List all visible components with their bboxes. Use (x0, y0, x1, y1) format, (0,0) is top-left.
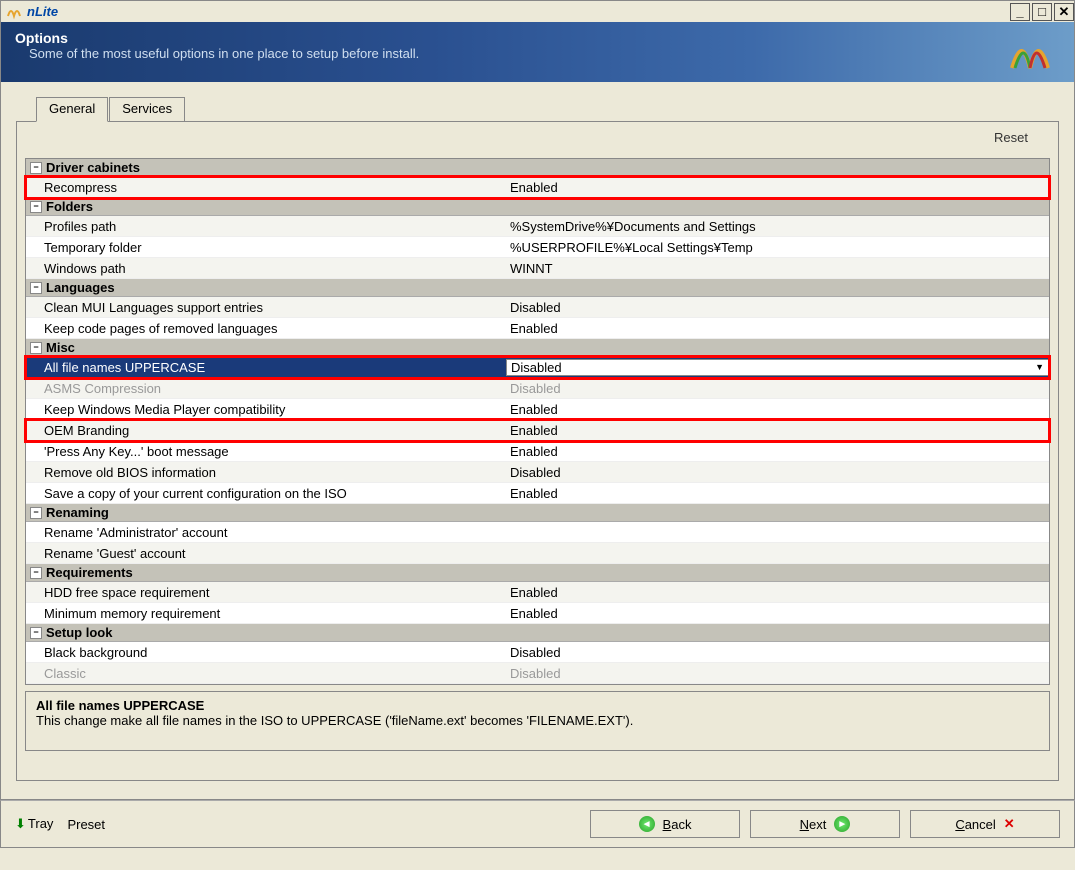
row-recompress[interactable]: Recompress Enabled (26, 177, 1049, 198)
row-rename-guest[interactable]: Rename 'Guest' account (26, 543, 1049, 564)
window-title: nLite (27, 4, 58, 19)
row-black-background[interactable]: Black background Disabled (26, 642, 1049, 663)
tab-services[interactable]: Services (109, 97, 185, 121)
row-hdd-free-space[interactable]: HDD free space requirement Enabled (26, 582, 1049, 603)
section-misc[interactable]: − Misc (26, 339, 1049, 357)
minimize-button[interactable]: _ (1010, 3, 1030, 21)
row-keep-wmp[interactable]: Keep Windows Media Player compatibility … (26, 399, 1049, 420)
row-oem-branding[interactable]: OEM Branding Enabled (26, 420, 1049, 441)
row-keep-code-pages[interactable]: Keep code pages of removed languages Ena… (26, 318, 1049, 339)
titlebar: nLite _ □ ✕ (0, 0, 1075, 22)
chevron-down-icon[interactable]: ▼ (1035, 362, 1044, 372)
tab-bar: General Services (36, 97, 1059, 121)
preset-link[interactable]: Preset (67, 817, 105, 832)
nlite-logo-icon (1006, 30, 1054, 77)
content-area: General Services Reset − Driver cabinets… (0, 82, 1075, 800)
header-banner: Options Some of the most useful options … (0, 22, 1075, 82)
row-asms-compression: ASMS Compression Disabled (26, 378, 1049, 399)
row-remove-bios[interactable]: Remove old BIOS information Disabled (26, 462, 1049, 483)
expander-icon[interactable]: − (30, 567, 42, 579)
description-text: This change make all file names in the I… (36, 713, 1039, 728)
back-button[interactable]: ◄ Back (590, 810, 740, 838)
description-box: All file names UPPERCASE This change mak… (25, 691, 1050, 751)
section-renaming[interactable]: − Renaming (26, 504, 1049, 522)
reset-link[interactable]: Reset (994, 130, 1028, 145)
section-folders[interactable]: − Folders (26, 198, 1049, 216)
row-classic: Classic Disabled (26, 663, 1049, 684)
section-driver-cabinets[interactable]: − Driver cabinets (26, 159, 1049, 177)
arrow-right-icon: ► (834, 816, 850, 832)
row-profiles-path[interactable]: Profiles path %SystemDrive%¥Documents an… (26, 216, 1049, 237)
close-button[interactable]: ✕ (1054, 3, 1074, 21)
expander-icon[interactable]: − (30, 627, 42, 639)
tray-icon: ⬇ (15, 816, 26, 831)
expander-icon[interactable]: − (30, 282, 42, 294)
row-all-uppercase[interactable]: All file names UPPERCASE Disabled ▼ (26, 357, 1049, 378)
maximize-button[interactable]: □ (1032, 3, 1052, 21)
row-save-config-iso[interactable]: Save a copy of your current configuratio… (26, 483, 1049, 504)
next-button[interactable]: Next ► (750, 810, 900, 838)
row-min-memory[interactable]: Minimum memory requirement Enabled (26, 603, 1049, 624)
arrow-left-icon: ◄ (639, 816, 655, 832)
row-windows-path[interactable]: Windows path WINNT (26, 258, 1049, 279)
row-rename-admin[interactable]: Rename 'Administrator' account (26, 522, 1049, 543)
tray-link[interactable]: ⬇Tray (15, 816, 53, 832)
options-panel: Reset − Driver cabinets Recompress Enabl… (16, 121, 1059, 781)
close-icon: ✕ (1004, 816, 1015, 832)
footer-bar: ⬇Tray Preset ◄ Back Next ► Cancel ✕ (0, 800, 1075, 848)
description-title: All file names UPPERCASE (36, 698, 1039, 713)
section-requirements[interactable]: − Requirements (26, 564, 1049, 582)
options-grid: − Driver cabinets Recompress Enabled − F… (25, 158, 1050, 685)
expander-icon[interactable]: − (30, 507, 42, 519)
expander-icon[interactable]: − (30, 342, 42, 354)
row-temporary-folder[interactable]: Temporary folder %USERPROFILE%¥Local Set… (26, 237, 1049, 258)
section-setup-look[interactable]: − Setup look (26, 624, 1049, 642)
row-clean-mui[interactable]: Clean MUI Languages support entries Disa… (26, 297, 1049, 318)
expander-icon[interactable]: − (30, 201, 42, 213)
section-languages[interactable]: − Languages (26, 279, 1049, 297)
expander-icon[interactable]: − (30, 162, 42, 174)
page-subtitle: Some of the most useful options in one p… (29, 46, 419, 61)
tab-general[interactable]: General (36, 97, 108, 122)
cancel-button[interactable]: Cancel ✕ (910, 810, 1060, 838)
app-icon (5, 3, 23, 21)
row-press-any-key[interactable]: 'Press Any Key...' boot message Enabled (26, 441, 1049, 462)
page-title: Options (15, 30, 419, 46)
